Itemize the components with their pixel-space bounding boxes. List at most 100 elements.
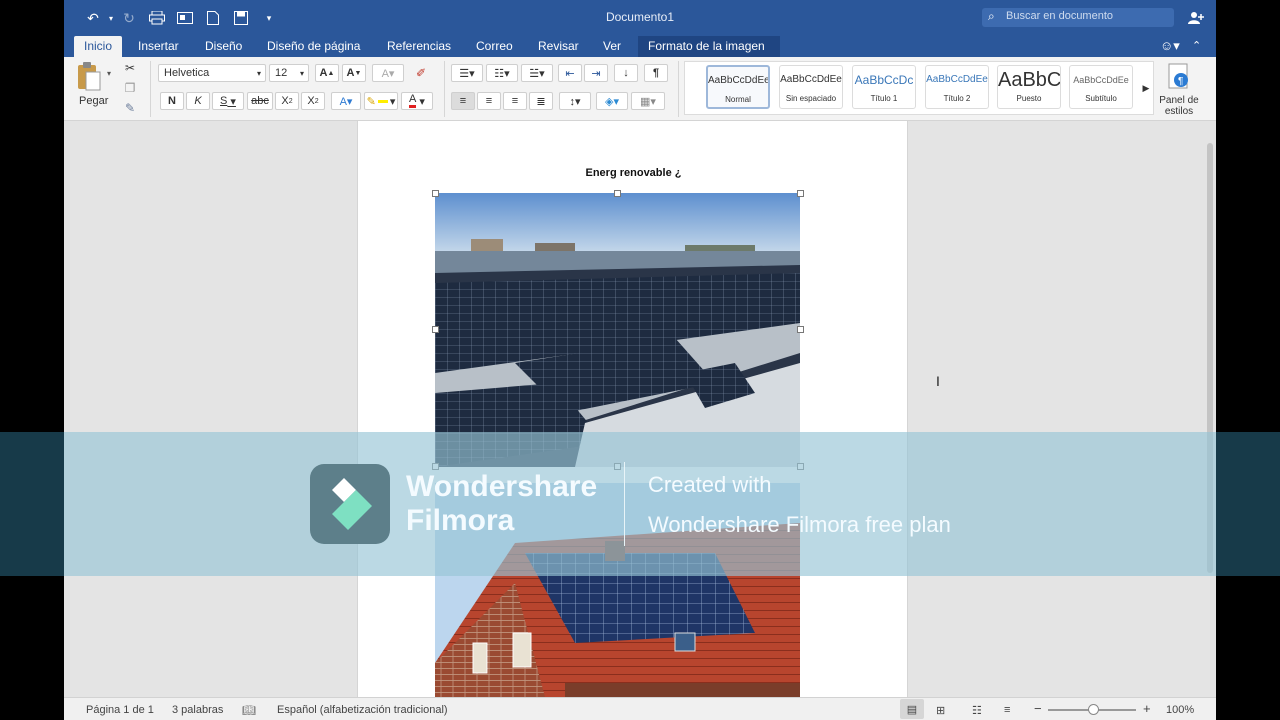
font-color-icon: A xyxy=(409,94,417,108)
styles-scroll-right-icon[interactable]: ▶ xyxy=(1140,79,1152,97)
draft-view-icon[interactable]: ≡ xyxy=(1004,704,1010,716)
font-color-button[interactable]: A ▾ xyxy=(401,92,433,110)
resize-handle[interactable] xyxy=(797,190,804,197)
search-icon: ⌕ xyxy=(988,9,995,23)
style-name: Normal xyxy=(725,95,751,104)
tab-inicio[interactable]: Inicio xyxy=(74,36,123,57)
resize-handle[interactable] xyxy=(432,326,439,333)
style-name: Título 1 xyxy=(870,94,898,103)
superscript-button[interactable]: X2 xyxy=(301,92,325,110)
multilevel-list-button[interactable]: ☱▾ xyxy=(521,64,553,82)
font-name-value: Helvetica xyxy=(164,67,210,79)
style-name: Subtítulo xyxy=(1085,94,1117,103)
bullets-button[interactable]: ☰▾ xyxy=(451,64,483,82)
tab-formato-imagen[interactable]: Formato de la imagen xyxy=(638,36,780,57)
align-center-button[interactable]: ≡ xyxy=(477,92,501,110)
sort-icon[interactable]: ↓ xyxy=(614,64,638,82)
paste-label: Pegar xyxy=(79,95,109,107)
show-formatting-button[interactable]: ¶ xyxy=(644,64,668,82)
style-titulo-1[interactable]: AaBbCcDc Título 1 xyxy=(852,65,916,109)
vertical-scrollbar[interactable] xyxy=(1204,121,1216,697)
word-count[interactable]: 3 palabras xyxy=(172,704,223,716)
banner-divider xyxy=(624,462,625,546)
tab-revisar[interactable]: Revisar xyxy=(528,36,589,57)
cut-icon[interactable]: ✂ xyxy=(122,59,138,77)
line-spacing-button[interactable]: ↕▾ xyxy=(559,92,591,110)
print-layout-view-icon[interactable]: ▤ xyxy=(900,699,924,719)
paste-icon[interactable] xyxy=(76,61,102,93)
highlight-button[interactable]: ✎ ▾ xyxy=(364,92,398,110)
resize-handle[interactable] xyxy=(432,190,439,197)
text-effects-icon[interactable]: A▾ xyxy=(331,92,361,110)
banner-edge xyxy=(1216,432,1280,576)
style-puesto[interactable]: AaBbC Puesto xyxy=(997,65,1061,109)
grow-font-button[interactable]: A ▲ xyxy=(315,64,339,82)
tab-diseno[interactable]: Diseño xyxy=(195,36,252,57)
font-size-select[interactable]: 12 ▾ xyxy=(269,64,309,82)
tab-insertar[interactable]: Insertar xyxy=(128,36,189,57)
floating-solar-image[interactable] xyxy=(435,193,800,467)
font-name-select[interactable]: Helvetica ▾ xyxy=(158,64,266,82)
document-page[interactable]: Energ renovable ¿ xyxy=(357,121,908,697)
style-preview: AaBbCcDdEe xyxy=(708,75,768,86)
format-painter-icon[interactable]: ✎ xyxy=(122,99,138,117)
share-person-icon[interactable] xyxy=(1187,9,1205,27)
tab-correo[interactable]: Correo xyxy=(466,36,523,57)
filmora-logo xyxy=(310,464,390,544)
zoom-out-icon[interactable]: − xyxy=(1034,701,1042,716)
banner-edge xyxy=(0,432,64,576)
styles-pane-icon[interactable]: ¶ xyxy=(1168,63,1190,91)
style-subtitulo[interactable]: AaBbCcDdEe Subtítulo xyxy=(1069,65,1133,109)
numbering-button[interactable]: ☷▾ xyxy=(486,64,518,82)
underline-button[interactable]: S ▾ xyxy=(212,92,244,110)
increase-indent-icon[interactable]: ⇥ xyxy=(584,64,608,82)
clear-format-icon[interactable]: ✐ xyxy=(410,64,432,82)
watermark-banner: Wondershare Filmora Created with Wonders… xyxy=(0,432,1280,576)
style-titulo-2[interactable]: AaBbCcDdEe Título 2 xyxy=(925,65,989,109)
web-layout-view-icon[interactable]: ⊞ xyxy=(936,704,945,717)
chevron-down-icon: ▾ xyxy=(256,68,261,78)
borders-button[interactable]: ▦▾ xyxy=(631,92,665,110)
document-canvas: Energ renovable ¿ I xyxy=(64,121,1216,697)
page-count[interactable]: Página 1 de 1 xyxy=(86,704,154,716)
zoom-slider-thumb[interactable] xyxy=(1088,704,1099,715)
proofing-icon[interactable]: 📖︎ xyxy=(242,704,256,717)
shading-button[interactable]: ◈▾ xyxy=(596,92,628,110)
align-right-button[interactable]: ≡ xyxy=(503,92,527,110)
strikethrough-button[interactable]: abc xyxy=(247,92,273,110)
search-field[interactable]: ⌕ Buscar en documento xyxy=(982,8,1174,27)
language-status[interactable]: Español (alfabetización tradicional) xyxy=(277,704,448,716)
resize-handle[interactable] xyxy=(797,326,804,333)
tab-ver[interactable]: Ver xyxy=(593,36,631,57)
collapse-ribbon-icon[interactable]: ⌃ xyxy=(1182,36,1211,57)
outline-view-icon[interactable]: ☷ xyxy=(972,704,982,717)
tab-referencias[interactable]: Referencias xyxy=(377,36,461,57)
zoom-level[interactable]: 100% xyxy=(1166,704,1194,716)
style-name: Título 2 xyxy=(943,94,971,103)
copy-icon[interactable]: ❐ xyxy=(122,79,138,97)
text-effects-button[interactable]: A▾ xyxy=(372,64,404,82)
shrink-font-button[interactable]: A ▼ xyxy=(342,64,366,82)
brand-name-line1: Wondershare xyxy=(406,470,598,503)
created-with-text: Created with xyxy=(648,472,772,497)
tab-diseno-pagina[interactable]: Diseño de página xyxy=(257,36,370,57)
decrease-indent-icon[interactable]: ⇤ xyxy=(558,64,582,82)
italic-button[interactable]: K xyxy=(186,92,210,110)
style-name: Puesto xyxy=(1016,94,1042,103)
word-window: ↶ ▾ ↻ ▾ Documento1 ⌕ Buscar en documento… xyxy=(64,0,1216,720)
paste-dropdown-icon[interactable]: ▾ xyxy=(107,69,111,78)
align-left-button[interactable]: ≡ xyxy=(451,92,475,110)
justify-button[interactable]: ≣ xyxy=(529,92,553,110)
document-heading: Energ renovable ¿ xyxy=(585,167,682,179)
style-preview: AaBbCcDc xyxy=(854,73,914,87)
style-sin-espaciado[interactable]: AaBbCcDdEe Sin espaciado xyxy=(779,65,843,109)
subscript-button[interactable]: X2 xyxy=(275,92,299,110)
ribbon-inicio: ▾ Pegar ✂ ❐ ✎ Helvetica ▾ 12 ▾ A ▲ A ▼ A▾ … xyxy=(64,57,1216,121)
shrink-font-label: A xyxy=(346,67,355,79)
bold-button[interactable]: N xyxy=(160,92,184,110)
free-plan-text: Wondershare Filmora free plan xyxy=(648,512,951,537)
resize-handle[interactable] xyxy=(614,190,621,197)
zoom-in-icon[interactable]: + xyxy=(1143,701,1151,716)
style-normal[interactable]: AaBbCcDdEe Normal xyxy=(706,65,770,109)
style-preview: AaBbCcDdEe xyxy=(926,74,988,85)
